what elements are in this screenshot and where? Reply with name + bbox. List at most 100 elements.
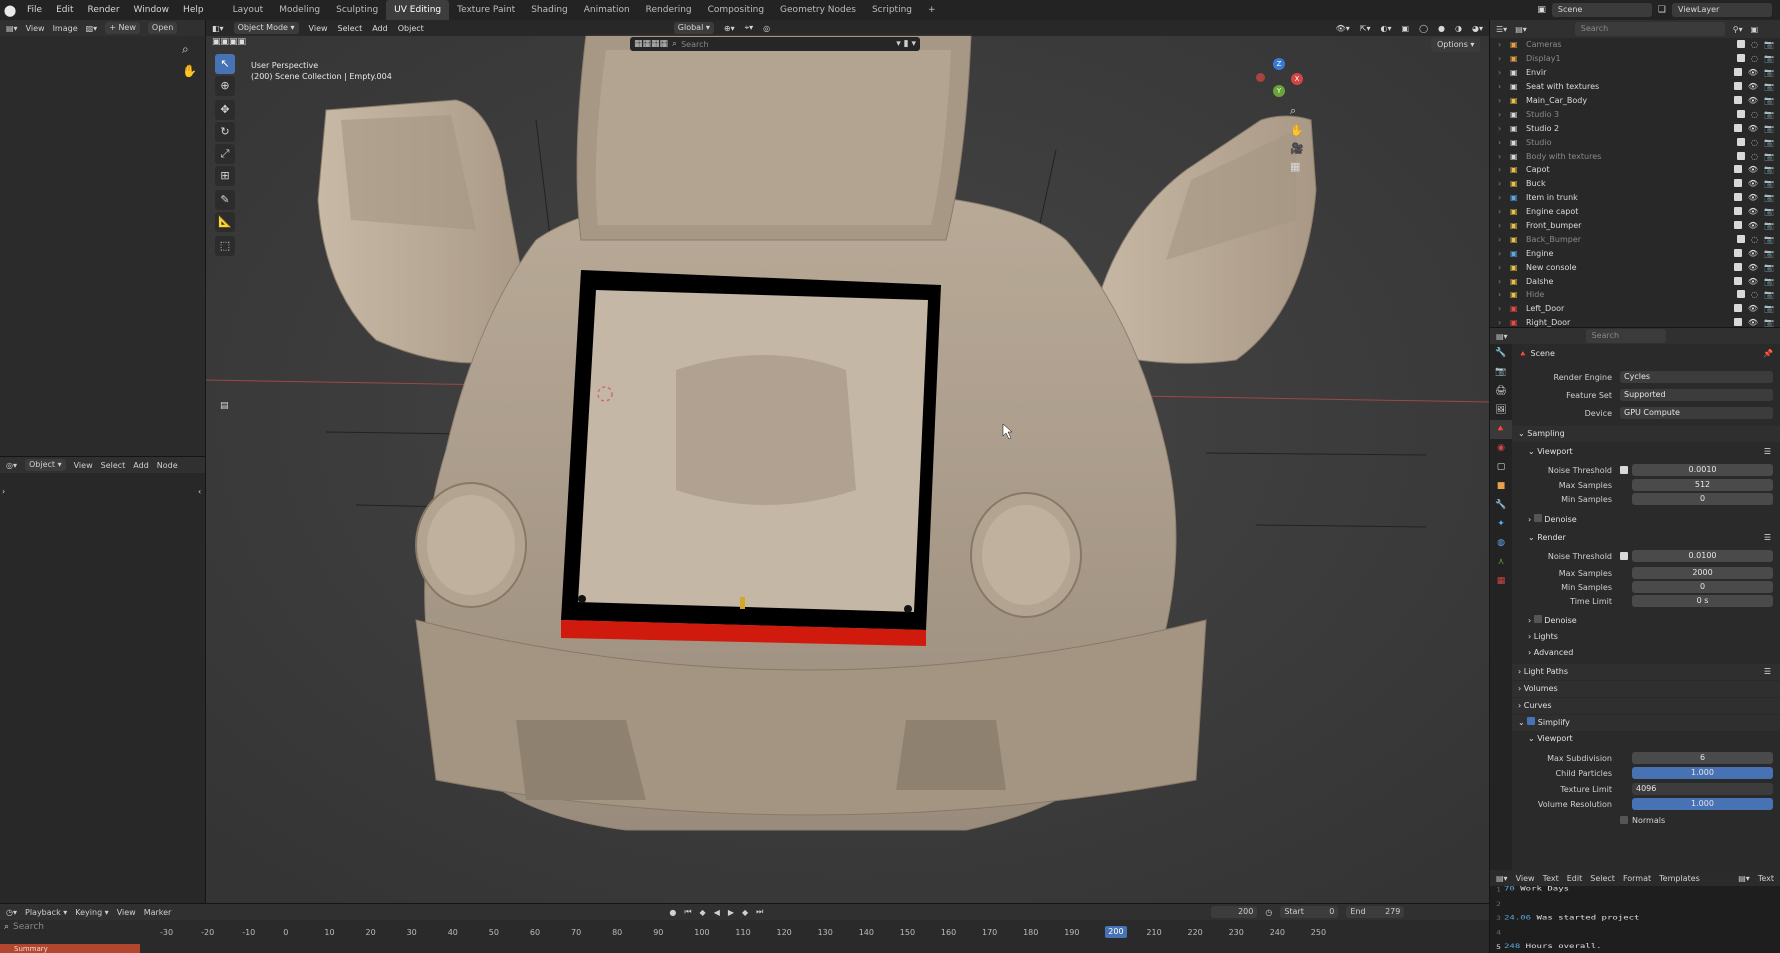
outliner-item[interactable]: › ▣ Buck 👁 📷 [1490,177,1780,191]
expand-arrow-icon[interactable]: › [1498,207,1501,216]
r-denoise-subpanel[interactable]: › Denoise [1512,613,1780,629]
outliner-item[interactable]: › ▣ Seat with textures 👁 📷 [1490,80,1780,94]
pan-hand-icon[interactable]: ✋ [182,64,197,78]
outliner-item[interactable]: › ▣ Cameras ◌ 📷 [1490,38,1780,52]
exclude-checkbox[interactable] [1733,82,1742,91]
exclude-checkbox[interactable] [1733,96,1742,104]
menu-file[interactable]: File [20,0,49,20]
gizmo-y-axis[interactable]: Y [1273,85,1285,97]
tab-geometry-nodes[interactable]: Geometry Nodes [772,0,864,20]
menu-help[interactable]: Help [176,0,211,20]
eye-icon[interactable]: 👁 [1748,179,1758,188]
tab-modeling[interactable]: Modeling [271,0,328,20]
editor-type-icon[interactable]: ◎▾ [6,461,17,470]
outliner-item-name[interactable]: Front_bumper [1526,221,1581,230]
outliner-item-name[interactable]: Envir [1526,68,1546,77]
eye-icon[interactable]: 👁 [1748,263,1758,272]
outliner-item-name[interactable]: Back_Bumper [1526,235,1581,244]
outliner-item[interactable]: › ▣ Hide ◌ 📷 [1490,288,1780,302]
expand-arrow-icon[interactable]: › [1498,138,1501,147]
camera-icon[interactable]: 📷 [1764,235,1774,244]
expand-arrow-icon[interactable]: › [1498,193,1501,202]
vp-noise-threshold-field[interactable]: 0.0010 [1632,464,1773,476]
eye-icon[interactable]: ◌ [1751,40,1758,49]
outliner-item[interactable]: › ▣ Display1 ◌ 📷 [1490,52,1780,66]
menu-view[interactable]: View [309,24,328,33]
options-button[interactable]: Options ▾ [1431,38,1481,52]
eye-icon[interactable]: 👁 [1748,165,1758,174]
exclude-checkbox[interactable] [1733,318,1742,327]
sampling-render-subpanel[interactable]: ⌄ Render ☰ [1512,530,1780,546]
view-layer-tab-icon[interactable]: 🖼 [1490,401,1512,420]
snap-icon[interactable]: ⌖▾ [745,23,754,33]
eye-icon[interactable]: 👁 [1748,221,1758,230]
camera-icon[interactable]: 📷 [1764,221,1774,230]
eye-icon[interactable]: ◌ [1751,235,1758,244]
scale-tool[interactable]: ⤢ [215,144,235,164]
camera-icon[interactable]: 📷 [1764,179,1774,188]
vp-min-samples-field[interactable]: 0 [1632,493,1773,505]
outliner-item[interactable]: › ▣ New console 👁 📷 [1490,260,1780,274]
editor-type-icon[interactable]: ◧▾ [212,24,224,33]
output-tab-icon[interactable]: 🖨 [1490,382,1512,401]
expand-arrow-icon[interactable]: › [1498,54,1501,63]
simplify-checkbox[interactable] [1527,717,1536,725]
bookmark-icon[interactable]: ▾ ▮ ▾ [896,39,916,49]
sidebar-toggle-icon[interactable]: ▤ [220,401,229,411]
eye-icon[interactable]: 👁 [1748,68,1758,77]
vp-max-samples-field[interactable]: 512 [1632,479,1773,491]
tool-tab-icon[interactable]: 🔧 [1490,344,1512,363]
max-subdivision-field[interactable]: 6 [1632,752,1773,764]
shading-wireframe-icon[interactable]: ◯ [1419,24,1428,33]
device-dropdown[interactable]: GPU Compute [1620,407,1773,419]
expand-arrow-icon[interactable]: › [1498,263,1501,272]
tab-texture-paint[interactable]: Texture Paint [449,0,523,20]
menu-render[interactable]: Render [81,0,127,20]
expand-arrow-icon[interactable]: › [1498,235,1501,244]
list-icon[interactable]: ☰ [1764,530,1780,546]
camera-icon[interactable]: 📷 [1764,318,1774,327]
camera-icon[interactable]: 📷 [1764,165,1774,174]
outliner-item[interactable]: › ▣ Capot 👁 📷 [1490,163,1780,177]
curves-panel[interactable]: › Curves [1512,698,1780,714]
expand-arrow-icon[interactable]: › [1498,318,1501,327]
world-tab-icon[interactable]: ◉ [1490,439,1512,458]
menu-select[interactable]: Select [101,461,126,470]
exclude-checkbox[interactable] [1737,137,1746,146]
camera-icon[interactable]: 📷 [1764,249,1774,258]
camera-icon[interactable]: 📷 [1764,54,1774,63]
display-mode-icon[interactable]: ▤▾ [1515,25,1527,34]
visibility-icon[interactable]: 👁▾ [1336,24,1350,33]
texture-tab-icon[interactable]: ▦ [1490,572,1512,591]
object-mode-dropdown[interactable]: Object Mode ▾ [233,22,299,34]
grid-view-icon[interactable]: ▦ [1290,160,1300,173]
shading-rendered-icon[interactable]: ◕▾ [1472,24,1483,33]
shading-solid-icon[interactable]: ● [1438,24,1445,33]
simplify-viewport-subpanel[interactable]: ⌄ Viewport [1512,731,1780,747]
chevron-right-icon[interactable]: › [2,487,5,496]
eye-icon[interactable]: 👁 [1748,277,1758,286]
gizmo-neg-x[interactable] [1256,73,1265,82]
outliner-item[interactable]: › ▣ Body with textures ◌ 📷 [1490,149,1780,163]
view-layer-selector[interactable]: ViewLayer [1672,3,1772,17]
image-browse-icon[interactable]: ▨▾ [86,24,98,33]
tab-sculpting[interactable]: Sculpting [328,0,386,20]
eye-icon[interactable]: ◌ [1751,138,1758,147]
tab-layout[interactable]: Layout [225,0,272,20]
outliner-item-name[interactable]: Dalshe [1526,277,1553,286]
outliner-item-name[interactable]: Cameras [1526,40,1562,49]
menu-image[interactable]: Image [53,24,78,33]
menu-edit[interactable]: Edit [49,0,80,20]
camera-icon[interactable]: 📷 [1764,96,1774,105]
menu-view[interactable]: View [74,461,93,470]
gizmo-x-axis[interactable]: X [1291,73,1303,85]
annotate-tool[interactable]: ✎ [215,190,235,210]
eye-icon[interactable]: 👁 [1748,304,1758,313]
tab-scripting[interactable]: Scripting [864,0,920,20]
r-min-samples-field[interactable]: 0 [1632,581,1773,593]
open-image-button[interactable]: Open [147,22,178,34]
list-icon[interactable]: ☰ [1764,664,1780,680]
box-select-icon[interactable]: ▣▣▣▣ [212,37,246,51]
exclude-checkbox[interactable] [1737,234,1746,243]
sampling-panel-header[interactable]: ⌄ Sampling [1512,426,1780,442]
